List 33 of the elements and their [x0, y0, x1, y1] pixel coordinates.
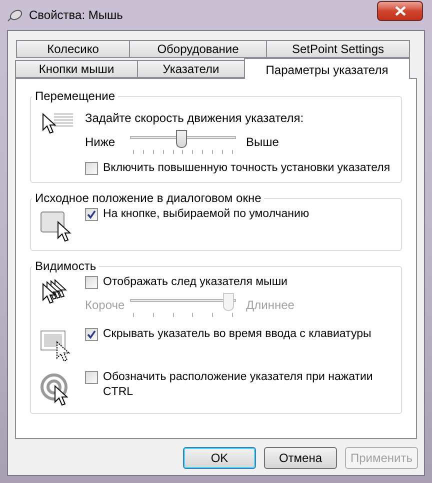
slider-high-label: Выше: [246, 134, 279, 151]
tab[interactable]: SetPoint Settings: [266, 40, 410, 58]
checkbox[interactable]: [85, 328, 98, 341]
slider-high-label: Длиннее: [246, 297, 294, 314]
dialog-button[interactable]: Отмена: [264, 447, 337, 469]
slider-track[interactable]: [130, 293, 236, 317]
tab[interactable]: Кнопки мыши: [15, 60, 138, 78]
close-button[interactable]: [377, 1, 423, 21]
group-title: Видимость: [34, 258, 98, 275]
checkbox-label: Включить повышенную точность установки указателя: [103, 161, 390, 176]
checkbox[interactable]: [85, 162, 98, 175]
slider-low-label: Ниже: [85, 134, 116, 151]
group-title: Перемещение: [34, 88, 116, 105]
tab[interactable]: Колесико: [16, 40, 130, 58]
slider-track[interactable]: [130, 130, 236, 154]
button-pointer-icon: [40, 210, 74, 244]
checkbox-label: Отображать след указателя мыши: [103, 275, 288, 290]
checkbox-label: На кнопке, выбираемой по умолчанию: [103, 207, 310, 222]
tab[interactable]: Указатели: [137, 60, 245, 78]
checkbox[interactable]: [85, 208, 98, 221]
checkbox[interactable]: [85, 371, 98, 384]
checkbox-label: Скрывать указатель во время ввода с клавиатуры: [103, 327, 372, 342]
close-icon: [394, 6, 406, 16]
group-title: Исходное положение в диалоговом окне: [34, 190, 262, 207]
slider-thumb[interactable]: [176, 130, 186, 148]
speed-prompt: Задайте скорость движения указателя:: [85, 110, 305, 127]
tab[interactable]: Параметры указателя: [244, 58, 410, 79]
checkbox-label: Обозначить расположение указателя при нажатии CTRL: [103, 370, 374, 400]
dialog-button[interactable]: OK: [183, 447, 256, 469]
slider-low-label: Короче: [85, 297, 126, 314]
checkbox[interactable]: [85, 276, 98, 289]
window-title: Свойства: Мышь: [29, 7, 123, 24]
tab[interactable]: Оборудование: [129, 40, 267, 58]
